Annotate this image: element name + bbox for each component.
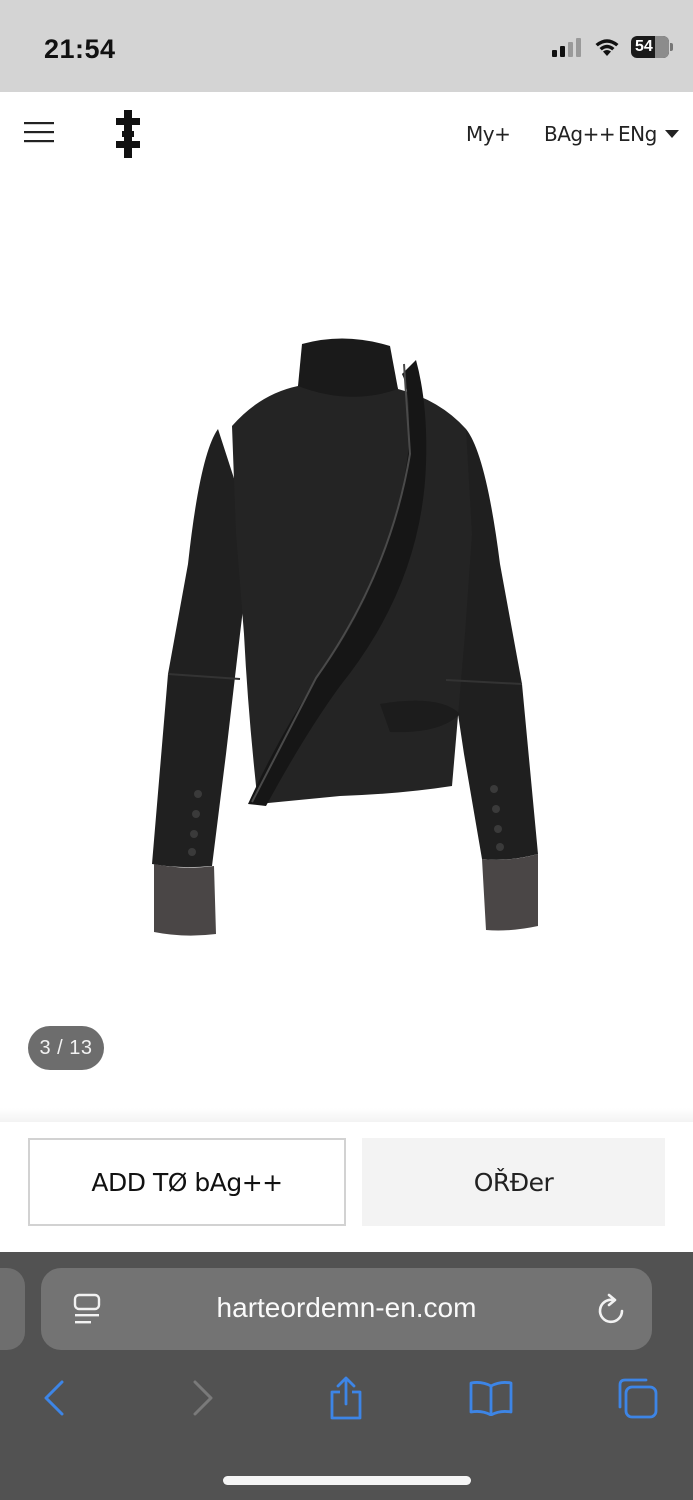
- language-label: ENg: [618, 122, 657, 146]
- cellular-signal-icon: [552, 38, 581, 57]
- tabs-icon: [618, 1378, 658, 1419]
- status-bar: 21:54 54: [0, 0, 693, 92]
- image-counter-badge: 3 / 13: [28, 1026, 104, 1070]
- chevron-left-icon: [44, 1380, 64, 1416]
- my-account-link[interactable]: My+: [466, 122, 511, 146]
- wifi-icon: [595, 39, 619, 56]
- tabs-button[interactable]: [610, 1370, 666, 1426]
- status-icons: 54: [551, 36, 673, 58]
- chevron-right-icon: [193, 1380, 213, 1416]
- product-image-jacket[interactable]: [140, 334, 550, 944]
- site-header: My+ BAg++ ENg: [0, 92, 693, 174]
- order-button[interactable]: OŘĐer: [362, 1138, 665, 1226]
- bookmarks-button[interactable]: [463, 1370, 519, 1426]
- caret-down-icon: [664, 130, 679, 138]
- share-icon: [330, 1376, 362, 1420]
- browser-chrome: harteordemn-en.com: [0, 1252, 693, 1500]
- share-button[interactable]: [318, 1370, 374, 1426]
- browser-toolbar: [0, 1370, 693, 1430]
- previous-tab-preview[interactable]: [0, 1268, 25, 1350]
- book-icon: [469, 1381, 513, 1416]
- language-selector[interactable]: ENg: [618, 122, 679, 146]
- battery-level: 54: [635, 38, 653, 55]
- product-actions: ADD TØ bAg++ OŘĐer: [0, 1122, 693, 1252]
- hamburger-menu-icon[interactable]: [24, 120, 56, 146]
- battery-icon: 54: [631, 36, 673, 58]
- divider: [0, 1108, 693, 1122]
- back-button[interactable]: [26, 1370, 82, 1426]
- address-bar[interactable]: harteordemn-en.com: [41, 1268, 652, 1350]
- bag-link[interactable]: BAg++: [544, 122, 616, 146]
- reload-icon[interactable]: [596, 1292, 628, 1326]
- forward-button[interactable]: [175, 1370, 231, 1426]
- url-text: harteordemn-en.com: [216, 1292, 477, 1323]
- product-gallery[interactable]: 3 / 13: [0, 174, 693, 1119]
- brand-logo-icon[interactable]: [113, 110, 143, 158]
- status-time: 21:54: [44, 34, 116, 64]
- add-to-bag-button[interactable]: ADD TØ bAg++: [28, 1138, 346, 1226]
- home-indicator[interactable]: [223, 1476, 471, 1485]
